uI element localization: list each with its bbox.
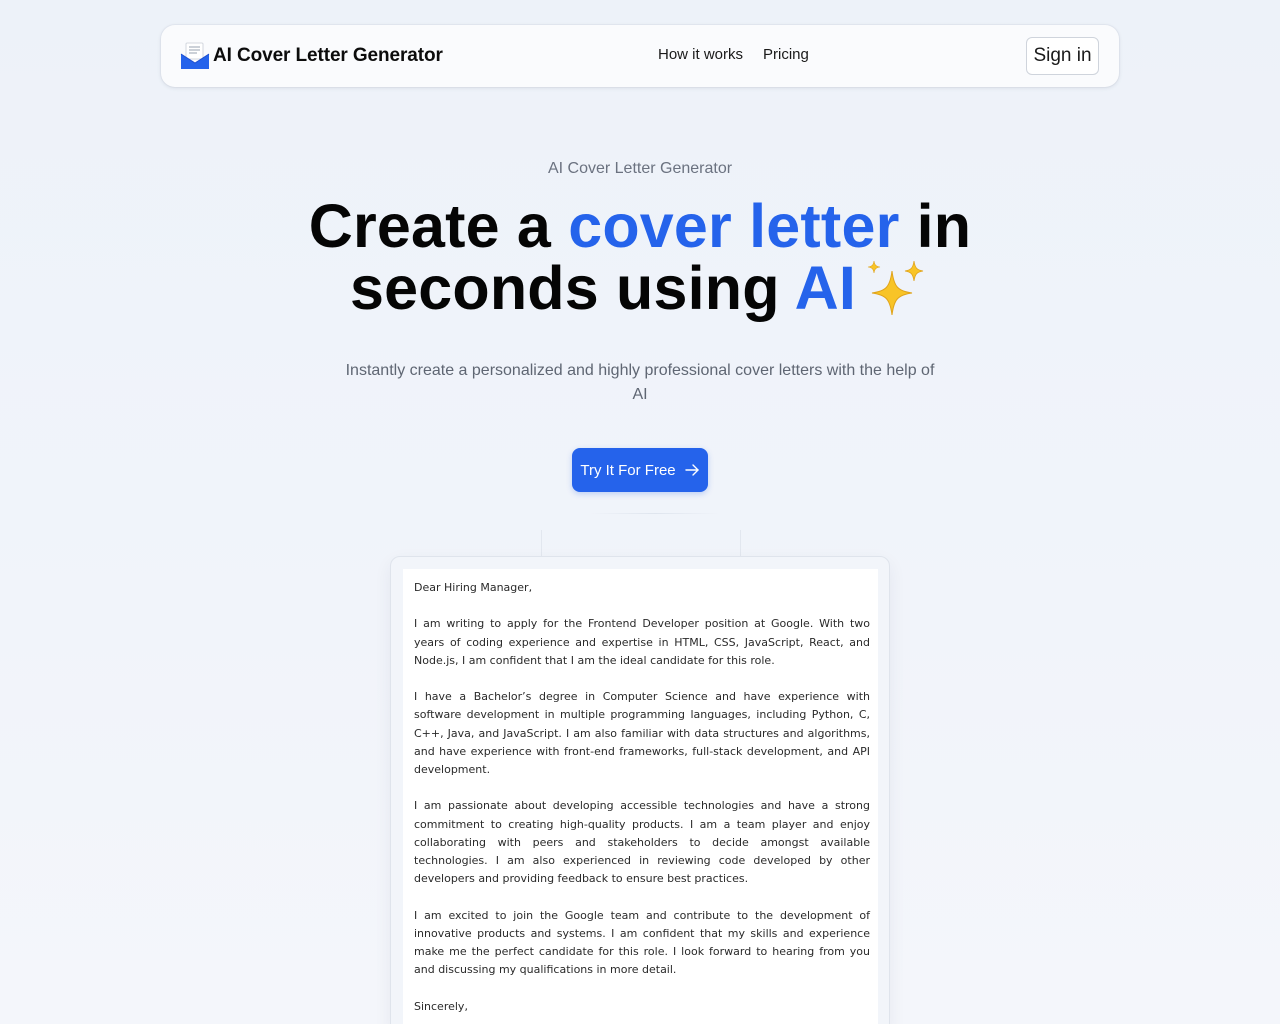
page: AI Cover Letter Generator How it works P… — [0, 0, 1280, 1024]
letter-paragraph: I am passionate about developing accessi… — [414, 799, 870, 886]
brand-logo-link[interactable]: AI Cover Letter Generator — [180, 41, 443, 71]
letter-paragraph: I am writing to apply for the Frontend D… — [414, 617, 870, 667]
letter-greeting: Dear Hiring Manager, — [414, 581, 533, 594]
decorative-line — [740, 530, 741, 556]
hero-headline: Create a cover letter in seconds using A… — [0, 196, 1280, 319]
try-it-for-free-button[interactable]: Try It For Free — [572, 448, 708, 492]
cover-letter-document: Dear Hiring Manager, I am writing to app… — [403, 569, 878, 1024]
hero-eyebrow: AI Cover Letter Generator — [547, 160, 733, 177]
headline-text: seconds using — [350, 254, 795, 322]
headline-text: in — [899, 192, 972, 260]
decorative-line — [541, 530, 542, 556]
nav-link-how-it-works[interactable]: How it works — [658, 46, 743, 63]
nav-link-pricing[interactable]: Pricing — [763, 46, 809, 63]
letter-paragraph: I have a Bachelor’s degree in Computer S… — [414, 690, 870, 776]
arrow-right-icon — [684, 464, 699, 476]
headline-text: Create a — [308, 192, 569, 260]
hero-subtitle: Instantly create a personalized and high… — [345, 362, 935, 403]
cta-label: Try It For Free — [580, 461, 676, 479]
cover-letter-preview: Dear Hiring Manager, I am writing to app… — [390, 556, 890, 1024]
envelope-letter-icon — [180, 42, 210, 69]
letter-closing: Sincerely, — [414, 999, 468, 1013]
sign-in-button[interactable]: Sign in — [1026, 37, 1099, 75]
hero-divider — [590, 513, 720, 514]
letter-paragraph: I am excited to join the Google team and… — [414, 908, 870, 977]
sparkles-icon — [867, 260, 924, 316]
brand-name: AI Cover Letter Generator — [213, 45, 443, 66]
headline-accent: cover letter — [568, 192, 900, 260]
headline-accent: AI — [794, 254, 856, 322]
nav-links: How it works Pricing — [658, 46, 809, 63]
navbar: AI Cover Letter Generator How it works P… — [161, 25, 1119, 87]
